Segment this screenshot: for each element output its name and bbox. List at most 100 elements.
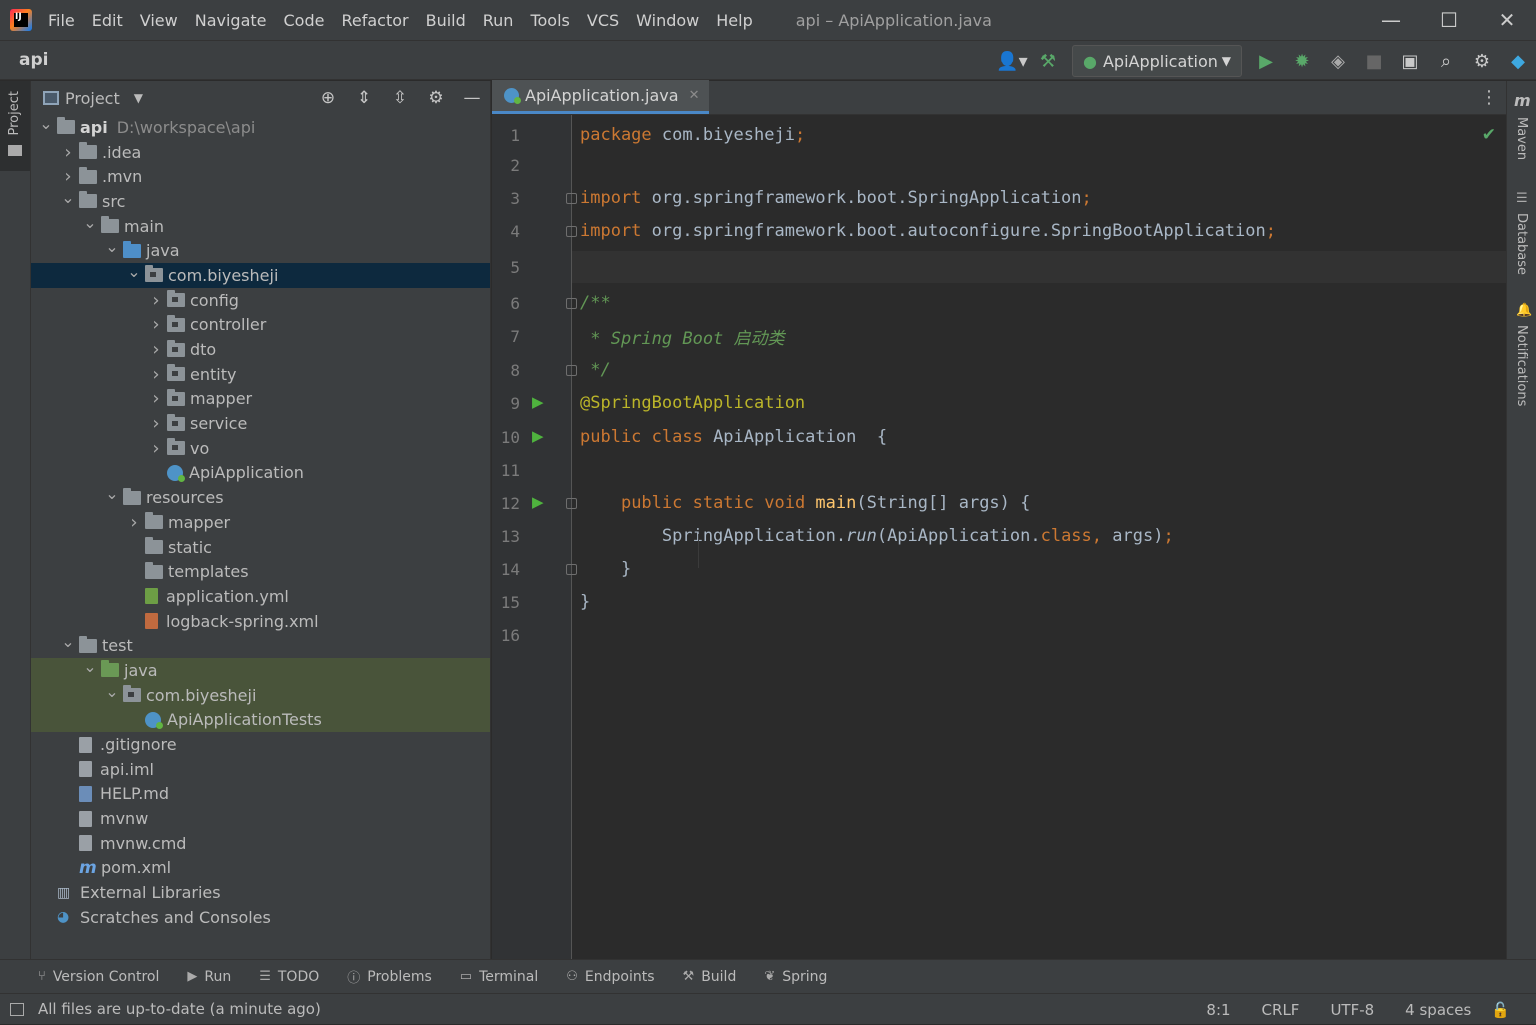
maximize-icon[interactable]: ☐ xyxy=(1420,0,1478,40)
tab-api-application[interactable]: ApiApplication.java ✕ xyxy=(492,80,710,114)
tool-endpoints[interactable]: ⚇ Endpoints xyxy=(566,969,654,985)
menu-window[interactable]: Window xyxy=(636,11,699,30)
run-gutter-icon[interactable]: ▶ xyxy=(532,427,544,445)
tree-row[interactable]: templates xyxy=(31,559,490,584)
chevron-right-icon[interactable]: › xyxy=(145,364,167,385)
stop-icon[interactable]: ■ xyxy=(1356,46,1392,76)
chevron-down-icon[interactable]: ⌄ xyxy=(79,657,101,676)
tree-row[interactable]: › config xyxy=(31,288,490,313)
tool-todo[interactable]: ☰ TODO xyxy=(259,969,319,985)
tool-spring[interactable]: ❦ Spring xyxy=(764,969,827,985)
search-icon[interactable]: ⌕ xyxy=(1428,46,1464,76)
menu-run[interactable]: Run xyxy=(483,11,514,30)
locate-icon[interactable]: ⊕ xyxy=(310,88,346,108)
tool-terminal[interactable]: ▭ Terminal xyxy=(460,969,538,985)
tree-row[interactable]: ApiApplicationTests xyxy=(31,707,490,733)
chevron-down-icon[interactable]: ⌄ xyxy=(79,213,101,232)
tree-row[interactable]: .gitignore xyxy=(31,732,490,757)
chevron-right-icon[interactable]: › xyxy=(145,438,167,459)
chevron-down-icon[interactable]: ⌄ xyxy=(35,114,57,133)
chevron-down-icon[interactable]: ▼ xyxy=(134,91,143,105)
debug-icon[interactable]: ✹ xyxy=(1284,46,1320,76)
tree-row[interactable]: mvnw xyxy=(31,806,490,831)
tree-row[interactable]: ⌄ api D:\workspace\api xyxy=(31,114,490,140)
chevron-right-icon[interactable]: › xyxy=(145,290,167,311)
tree-row[interactable]: HELP.md xyxy=(31,782,490,807)
chevron-down-icon[interactable]: ⌄ xyxy=(57,632,79,651)
chevron-right-icon[interactable]: › xyxy=(145,339,167,360)
caret-position[interactable]: 8:1 xyxy=(1206,1001,1230,1019)
run-configuration-select[interactable]: ● ApiApplication ▼ xyxy=(1072,45,1242,77)
tree-row[interactable]: ⌄ main xyxy=(31,213,490,239)
run-gutter-icon[interactable]: ▶ xyxy=(532,393,544,411)
menu-file[interactable]: File xyxy=(48,11,75,30)
tree-row[interactable]: › .idea xyxy=(31,140,490,165)
menu-view[interactable]: View xyxy=(140,11,178,30)
notifications-tool-button[interactable]: Notifications xyxy=(1514,325,1529,406)
toggle-tool-windows-icon[interactable] xyxy=(10,1002,24,1016)
line-separator[interactable]: CRLF xyxy=(1262,1001,1300,1019)
expand-all-icon[interactable]: ⇕ xyxy=(346,88,382,108)
tree-row[interactable]: › .mvn xyxy=(31,164,490,189)
tree-row[interactable]: mvnw.cmd xyxy=(31,831,490,856)
menu-build[interactable]: Build xyxy=(426,11,466,30)
project-structure-icon[interactable]: ▣ xyxy=(1392,46,1428,76)
collapse-all-icon[interactable]: ⇳ xyxy=(382,88,418,108)
maven-tool-button[interactable]: Maven xyxy=(1514,117,1529,160)
tree-row[interactable]: ▥ External Libraries xyxy=(31,880,490,905)
chevron-right-icon[interactable]: › xyxy=(57,166,79,187)
tree-row[interactable]: static xyxy=(31,535,490,560)
tree-row[interactable]: ⌄ resources xyxy=(31,484,490,510)
tree-row[interactable]: ⌄ java xyxy=(31,657,490,683)
vcs-user-icon[interactable]: 👤▾ xyxy=(994,46,1030,76)
lock-icon[interactable]: 🔓 xyxy=(1491,1001,1510,1019)
settings-gear-icon[interactable]: ⚙ xyxy=(1464,46,1500,76)
chevron-down-icon[interactable]: ⌄ xyxy=(101,484,123,503)
tool-build[interactable]: ⚒ Build xyxy=(683,969,737,985)
menu-vcs[interactable]: VCS xyxy=(587,11,619,30)
options-gear-icon[interactable]: ⚙ xyxy=(418,88,454,108)
code-with-me-icon[interactable]: ◆ xyxy=(1500,46,1536,76)
tree-row[interactable]: ⌄ com.biyesheji xyxy=(31,682,490,708)
tree-row[interactable]: › entity xyxy=(31,362,490,387)
tree-row[interactable]: api.iml xyxy=(31,757,490,782)
tree-row[interactable]: › controller xyxy=(31,313,490,338)
chevron-right-icon[interactable]: › xyxy=(57,142,79,163)
menu-navigate[interactable]: Navigate xyxy=(195,11,267,30)
run-gutter-icon[interactable]: ▶ xyxy=(532,493,544,511)
code-area[interactable]: package com.biyesheji; import org.springf… xyxy=(572,115,1506,959)
build-hammer-icon[interactable]: ⚒ xyxy=(1030,46,1066,76)
tool-run[interactable]: ▶ Run xyxy=(187,969,231,985)
indent-setting[interactable]: 4 spaces xyxy=(1405,1001,1471,1019)
tool-problems[interactable]: ⓘ Problems xyxy=(347,967,432,987)
tree-row[interactable]: ⌄ java xyxy=(31,237,490,263)
menu-tools[interactable]: Tools xyxy=(530,11,569,30)
close-icon[interactable]: ✕ xyxy=(1478,0,1536,40)
database-tool-button[interactable]: Database xyxy=(1514,213,1529,275)
menu-code[interactable]: Code xyxy=(284,11,325,30)
project-tool-button[interactable]: Project xyxy=(0,81,30,171)
chevron-right-icon[interactable]: › xyxy=(145,388,167,409)
more-options-icon[interactable]: ⋮ xyxy=(1480,87,1498,108)
chevron-right-icon[interactable]: › xyxy=(123,512,145,533)
tool-version-control[interactable]: ⑂ Version Control xyxy=(38,969,159,985)
menu-edit[interactable]: Edit xyxy=(92,11,123,30)
tree-row[interactable]: › mapper xyxy=(31,510,490,535)
hide-panel-icon[interactable]: — xyxy=(454,88,490,108)
coverage-icon[interactable]: ◈ xyxy=(1320,46,1356,76)
tree-row[interactable]: › vo xyxy=(31,436,490,461)
run-icon[interactable]: ▶ xyxy=(1248,46,1284,76)
chevron-down-icon[interactable]: ⌄ xyxy=(101,237,123,256)
tree-row[interactable]: ◕ Scratches and Consoles xyxy=(31,905,490,930)
close-tab-icon[interactable]: ✕ xyxy=(689,88,700,103)
tree-row[interactable]: ⌄ src xyxy=(31,188,490,214)
menu-help[interactable]: Help xyxy=(716,11,752,30)
tree-row[interactable]: › dto xyxy=(31,337,490,362)
tree-row[interactable]: ⌄ com.biyesheji xyxy=(31,262,490,288)
tree-row[interactable]: m pom.xml xyxy=(31,856,490,881)
chevron-right-icon[interactable]: › xyxy=(145,413,167,434)
chevron-down-icon[interactable]: ⌄ xyxy=(57,188,79,207)
tree-row[interactable]: logback-spring.xml xyxy=(31,609,490,634)
chevron-down-icon[interactable]: ⌄ xyxy=(123,262,145,281)
no-problems-check-icon[interactable]: ✔ xyxy=(1482,125,1496,145)
